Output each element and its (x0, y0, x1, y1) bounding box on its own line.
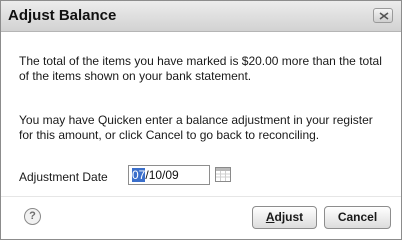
close-button[interactable] (373, 8, 393, 23)
date-rest-text: /10/09 (145, 168, 179, 182)
calendar-icon[interactable] (215, 167, 231, 182)
adjustment-date-input[interactable]: 07/10/09 (128, 165, 210, 185)
adjust-balance-dialog: Adjust Balance The total of the items yo… (0, 0, 402, 240)
adjustment-date-label: Adjustment Date (19, 170, 108, 184)
difference-message: The total of the items you have marked i… (19, 54, 382, 83)
adjust-mnemonic: A (265, 210, 275, 224)
dialog-title: Adjust Balance (8, 7, 117, 24)
adjust-button[interactable]: Adjust (252, 206, 317, 229)
title-bar: Adjust Balance (1, 1, 401, 32)
footer-divider (1, 196, 401, 197)
adjust-label-rest: djust (274, 210, 304, 224)
help-icon[interactable]: ? (24, 208, 41, 225)
close-icon (379, 12, 389, 20)
date-selected-text: 07 (132, 168, 146, 182)
cancel-button[interactable]: Cancel (324, 206, 391, 229)
adjustment-instructions: You may have Quicken enter a balance adj… (19, 113, 373, 142)
